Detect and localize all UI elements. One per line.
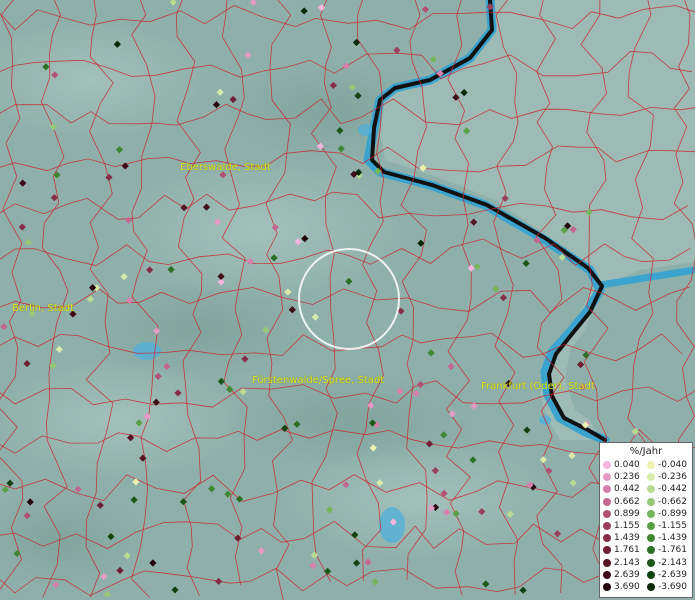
- legend-swatch: [603, 473, 611, 482]
- legend-swatch: [603, 485, 611, 494]
- legend-swatch: [647, 570, 655, 579]
- legend-row: 0.662: [600, 496, 644, 508]
- map-canvas[interactable]: [0, 0, 695, 600]
- legend-value: -3.690: [658, 581, 688, 592]
- legend-row: -1.155: [644, 520, 688, 532]
- legend-row: -0.236: [644, 471, 688, 483]
- legend-swatch: [603, 582, 611, 591]
- legend-row: 0.040: [600, 459, 644, 471]
- legend-value: -1.155: [658, 521, 688, 532]
- legend-value: -0.662: [658, 496, 688, 507]
- legend-row: -3.690: [644, 581, 688, 593]
- legend-value: 0.236: [614, 472, 640, 483]
- legend-value: -2.143: [658, 557, 688, 568]
- legend-swatch: [603, 534, 611, 543]
- legend-swatch: [603, 522, 611, 531]
- legend-negative-column: -0.040 -0.236 -0.442 -0.662 -0.899 -1.15…: [644, 459, 688, 593]
- legend-value: 1.155: [614, 521, 640, 532]
- legend: %/Jahr 0.040 0.236 0.442 0.662 0.899 1.1…: [599, 442, 693, 598]
- legend-swatch: [647, 485, 655, 494]
- legend-swatch: [647, 497, 655, 506]
- legend-title: %/Jahr: [629, 446, 663, 457]
- legend-swatch: [603, 461, 611, 470]
- legend-swatch: [603, 509, 611, 518]
- legend-value: 1.761: [614, 545, 640, 556]
- legend-swatch: [647, 509, 655, 518]
- legend-positive-column: 0.040 0.236 0.442 0.662 0.899 1.155 1.43…: [600, 459, 644, 593]
- legend-row: 2.143: [600, 557, 644, 569]
- legend-swatch: [603, 570, 611, 579]
- map-view[interactable]: Eberswalde, Stadt Berlin, Stadt Fürstenw…: [0, 0, 695, 600]
- legend-row: -2.639: [644, 569, 688, 581]
- legend-swatch: [647, 558, 655, 567]
- legend-value: -0.236: [658, 472, 688, 483]
- legend-value: -0.040: [658, 460, 688, 471]
- legend-swatch: [647, 534, 655, 543]
- legend-value: 2.639: [614, 569, 640, 580]
- legend-value: 2.143: [614, 557, 640, 568]
- legend-value: -1.439: [658, 533, 688, 544]
- city-label-frankfurt-oder: Frankfurt (Oder), Stadt: [481, 381, 595, 392]
- legend-swatch: [647, 461, 655, 470]
- legend-value: -1.761: [658, 545, 688, 556]
- legend-swatch: [603, 558, 611, 567]
- legend-row: -1.439: [644, 532, 688, 544]
- legend-row: 1.439: [600, 532, 644, 544]
- legend-row: 0.442: [600, 483, 644, 495]
- legend-value: 0.442: [614, 484, 640, 495]
- legend-value: 0.040: [614, 460, 640, 471]
- legend-swatch: [603, 497, 611, 506]
- legend-row: -2.143: [644, 557, 688, 569]
- legend-value: 0.662: [614, 496, 640, 507]
- city-label-eberswalde: Eberswalde, Stadt: [180, 162, 271, 173]
- legend-swatch: [647, 522, 655, 531]
- legend-value: -0.899: [658, 508, 688, 519]
- legend-row: -0.040: [644, 459, 688, 471]
- city-label-fuerstenwalde: Fürstenwalde/Spree, Stadt: [252, 375, 385, 386]
- legend-swatch: [647, 582, 655, 591]
- legend-value: 0.899: [614, 508, 640, 519]
- legend-row: 2.639: [600, 569, 644, 581]
- legend-row: 0.899: [600, 508, 644, 520]
- legend-row: 1.761: [600, 544, 644, 556]
- legend-swatch: [603, 546, 611, 555]
- legend-row: -0.899: [644, 508, 688, 520]
- legend-row: 3.690: [600, 581, 644, 593]
- legend-swatch: [647, 546, 655, 555]
- legend-row: 0.236: [600, 471, 644, 483]
- legend-swatch: [647, 473, 655, 482]
- legend-value: 3.690: [614, 581, 640, 592]
- legend-value: 1.439: [614, 533, 640, 544]
- legend-value: -0.442: [658, 484, 688, 495]
- city-label-berlin: Berlin, Stadt: [12, 303, 75, 314]
- legend-row: 1.155: [600, 520, 644, 532]
- legend-row: -0.662: [644, 496, 688, 508]
- legend-row: -1.761: [644, 544, 688, 556]
- legend-row: -0.442: [644, 483, 688, 495]
- legend-value: -2.639: [658, 569, 688, 580]
